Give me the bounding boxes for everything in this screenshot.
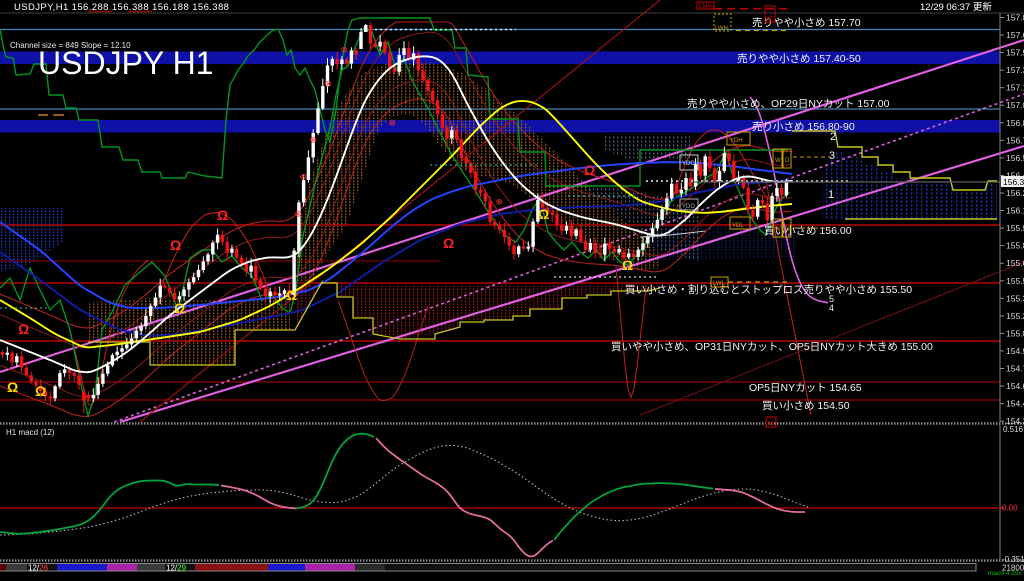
svg-text:154.455: 154.455 [1006,399,1024,409]
svg-text:YDC: YDC [682,161,695,167]
svg-text:M: M [767,16,772,22]
svg-text:4: 4 [829,303,834,313]
svg-text:0.00: 0.00 [1002,504,1018,513]
svg-text:12/26: 12/26 [28,564,49,573]
svg-text:Ω: Ω [7,379,18,395]
svg-text:155.975: 155.975 [1006,223,1024,233]
svg-text:LWH: LWH [715,26,728,32]
svg-text:⊗: ⊗ [341,45,349,55]
svg-text:macd 4.25x: macd 4.25x [988,570,1022,576]
svg-text:12/29: 12/29 [166,564,187,573]
svg-text:157.810: 157.810 [1006,13,1024,23]
svg-text:買いやや小さめ、OP31日NYカット、OP5日NYカット大き: 買いやや小さめ、OP31日NYカット、OP5日NYカット大きめ 155.00 [611,340,933,353]
svg-text:売り小さめ 156.80-90: 売り小さめ 156.80-90 [752,120,855,133]
svg-text:⊗: ⊗ [496,197,504,207]
svg-text:12/29 06:37 更新: 12/29 06:37 更新 [920,1,992,13]
svg-text:Ω: Ω [170,237,181,253]
svg-text:H1 macd (12): H1 macd (12) [6,428,55,437]
svg-text:W: W [775,227,781,233]
svg-text:YDL: YDL [732,223,744,229]
svg-text:YDO: YDO [682,204,695,210]
svg-text:Ω: Ω [35,383,46,399]
svg-text:157.500: 157.500 [1006,48,1024,58]
svg-text:156.895: 156.895 [1006,118,1024,128]
svg-text:⊗: ⊗ [310,135,318,145]
svg-text:USDJPY H1: USDJPY H1 [38,45,213,81]
svg-text:M: M [768,421,773,427]
svg-text:Ω: Ω [18,321,29,337]
svg-text:0.516: 0.516 [1003,425,1024,434]
svg-text:155.670: 155.670 [1006,258,1024,268]
svg-text:売りやや小さめ、OP29日NYカット 157.00: 売りやや小さめ、OP29日NYカット 157.00 [687,97,890,110]
svg-text:Ω: Ω [538,206,549,222]
svg-text:Ω: Ω [286,287,297,303]
svg-text:154.605: 154.605 [1006,381,1024,391]
svg-text:156.280: 156.280 [1006,188,1024,198]
svg-text:156.388: 156.388 [1003,177,1024,187]
svg-text:⊗: ⊗ [295,209,303,219]
svg-text:157.350: 157.350 [1006,65,1024,75]
svg-text:YDH: YDH [730,138,743,144]
svg-text:155.215: 155.215 [1006,311,1024,321]
svg-text:LMH: LMH [699,4,712,10]
svg-text:⊗: ⊗ [300,172,308,182]
svg-text:Ω: Ω [443,235,454,251]
svg-text:買い小さめ・割り込むとストップロス売りやや小さめ 155.5: 買い小さめ・割り込むとストップロス売りやや小さめ 155.50 [625,283,912,296]
svg-text:155.515: 155.515 [1006,276,1024,286]
svg-text:Ω: Ω [622,257,633,273]
svg-text:LWL: LWL [713,281,726,287]
svg-text:3: 3 [829,150,835,162]
svg-text:155.365: 155.365 [1006,293,1024,303]
svg-text:156.130: 156.130 [1006,206,1024,216]
svg-text:⊗: ⊗ [325,79,333,89]
svg-text:D: D [785,227,790,233]
svg-text:157.195: 157.195 [1006,83,1024,93]
svg-text:156.590: 156.590 [1006,153,1024,163]
svg-text:Ω: Ω [217,207,228,223]
svg-text:⊗: ⊗ [389,118,397,128]
svg-text:Ω: Ω [174,300,185,316]
svg-text:154.910: 154.910 [1006,346,1024,356]
svg-text:売りやや小さめ 157.40-50: 売りやや小さめ 157.40-50 [737,52,861,65]
svg-text:W: W [775,158,781,164]
svg-text:買い小さめ 154.50: 買い小さめ 154.50 [762,400,850,412]
svg-text:1: 1 [828,189,834,201]
svg-text:156.740: 156.740 [1006,135,1024,145]
svg-text:D: D [785,158,790,164]
svg-text:155.060: 155.060 [1006,328,1024,338]
svg-text:157.655: 157.655 [1006,30,1024,40]
svg-text:154.755: 154.755 [1006,364,1024,374]
svg-text:157.045: 157.045 [1006,100,1024,110]
svg-text:155.820: 155.820 [1006,241,1024,251]
svg-text:USDJPY,H1 156.288 156.388 156: USDJPY,H1 156.288 156.388 156.188 156.38… [14,2,229,13]
svg-text:Ω: Ω [584,162,595,178]
svg-text:2: 2 [830,131,836,143]
svg-text:OP5日NYカット 154.65: OP5日NYカット 154.65 [749,382,862,394]
